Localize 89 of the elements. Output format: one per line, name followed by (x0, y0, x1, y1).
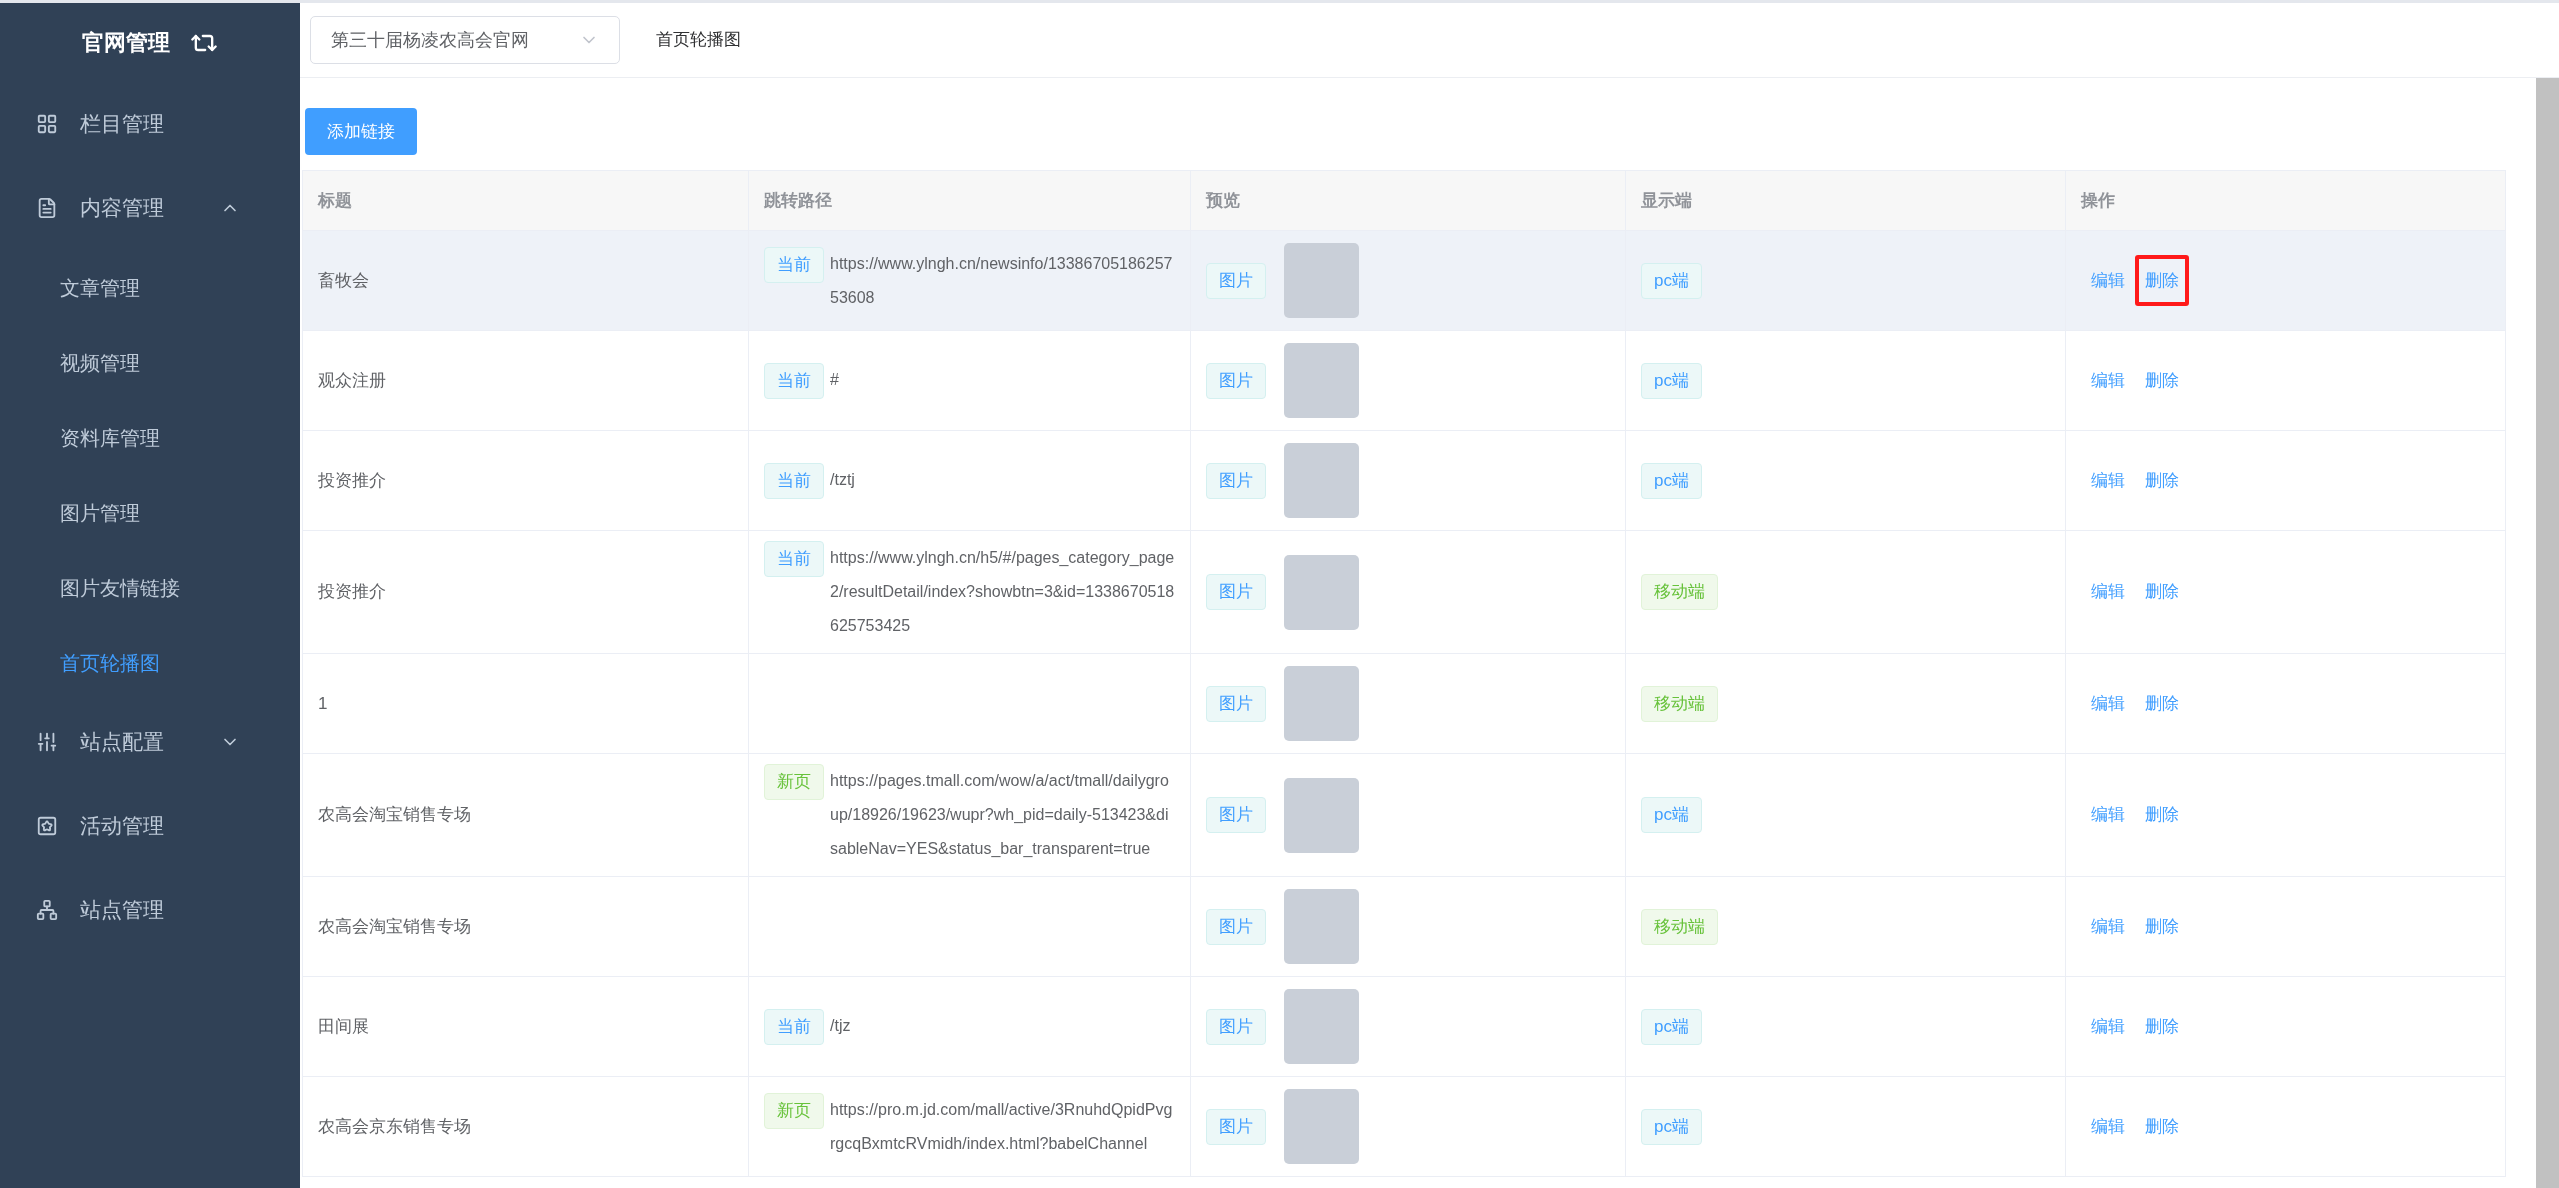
title-cell: 1 (302, 653, 749, 754)
action-link[interactable]: 编辑 (2081, 566, 2135, 618)
image-tag: 图片 (1206, 262, 1266, 299)
column-header: 标题 (302, 170, 749, 231)
image-tag: 图片 (1206, 462, 1266, 499)
menu-item[interactable]: 站点管理 (0, 868, 300, 952)
link-path: https://pro.m.jd.com/mall/active/3RnuhdQpidPvgrgcqBxmtcRVmidh/index.html?babelChannel (830, 1099, 1174, 1154)
display-tag: pc端 (1641, 1008, 1702, 1045)
menu-item[interactable]: 活动管理 (0, 784, 300, 868)
image-tag: 图片 (1206, 1008, 1266, 1045)
document-icon (36, 197, 58, 219)
action-link[interactable]: 编辑 (2081, 454, 2135, 507)
link-type-tag: 当前 (764, 1008, 824, 1045)
column-header: 操作 (2065, 170, 2506, 231)
link-type-tag: 新页 (764, 1092, 824, 1129)
title-cell: 投资推介 (302, 530, 749, 654)
app-title: 官网管理 (82, 29, 170, 57)
grid-icon (36, 113, 58, 135)
title-cell: 农高会京东销售专场 (302, 1076, 749, 1177)
link-path: /tjz (830, 1015, 852, 1036)
scrollbar[interactable] (2536, 78, 2559, 1188)
title-cell: 观众注册 (302, 330, 749, 431)
link-type-tag: 当前 (764, 462, 824, 499)
column-header: 显示端 (1625, 170, 2066, 231)
menu-item[interactable]: 内容管理 (0, 166, 300, 250)
action-link[interactable]: 删除 (2135, 1000, 2189, 1053)
link-path: https://pages.tmall.com/wow/a/act/tmall/dailygroup/18926/19623/wupr?wh_pid=daily-513423&disableNav=YES&status_bar_transparent=true (830, 771, 1170, 859)
title-cell: 农高会淘宝销售专场 (302, 876, 749, 977)
image-tag: 图片 (1206, 797, 1266, 833)
link-path: /tztj (830, 469, 856, 490)
action-link[interactable]: 删除 (2135, 566, 2189, 618)
link-path: https://www.ylngh.cn/h5/#/pages_category_page2/resultDetail/index?showbtn=3&id=1338670518625753425 (830, 548, 1175, 636)
link-type-tag: 新页 (764, 764, 824, 800)
submenu-item[interactable]: 图片友情链接 (0, 550, 300, 625)
action-link[interactable]: 删除 (2135, 1100, 2189, 1153)
submenu-item[interactable]: 首页轮播图 (0, 625, 300, 700)
menu-item[interactable]: 站点配置 (0, 700, 300, 784)
image-tag: 图片 (1206, 574, 1266, 610)
table-row[interactable]: 农高会京东销售专场 新页 https://pro.m.jd.com/mall/active/3RnuhdQpidPvgrgcqBxmtcRVmidh/index.html?babelChannel 图片 pc端 编辑 删除 (302, 1076, 2506, 1177)
submenu-item[interactable]: 资料库管理 (0, 400, 300, 475)
display-tag: pc端 (1641, 797, 1702, 833)
display-tag: pc端 (1641, 262, 1702, 299)
action-link[interactable]: 删除 (2135, 900, 2189, 953)
action-link[interactable]: 编辑 (2081, 1000, 2135, 1053)
display-tag: pc端 (1641, 362, 1702, 399)
display-tag: 移动端 (1641, 685, 1718, 722)
action-link[interactable]: 编辑 (2081, 354, 2135, 407)
site-select[interactable]: 第三十届杨凌农高会官网 (310, 16, 620, 64)
action-link[interactable]: 删除 (2135, 789, 2189, 841)
image-tag: 图片 (1206, 908, 1266, 945)
action-link[interactable]: 编辑 (2081, 1100, 2135, 1153)
table-row[interactable]: 观众注册 当前 # 图片 pc端 编辑 删除 (302, 330, 2506, 431)
title-cell: 畜牧会 (302, 230, 749, 331)
table-row[interactable]: 农高会淘宝销售专场 图片 移动端 编辑 删除 (302, 876, 2506, 977)
display-tag: pc端 (1641, 462, 1702, 499)
display-tag: pc端 (1641, 1108, 1702, 1145)
action-link[interactable]: 删除 (2135, 354, 2189, 407)
submenu-item[interactable]: 图片管理 (0, 475, 300, 550)
menu-item[interactable]: 栏目管理 (0, 82, 300, 166)
image-tag: 图片 (1206, 685, 1266, 722)
link-path: https://www.ylngh.cn/newsinfo/1338670518625753608 (830, 253, 1174, 308)
image-tag: 图片 (1206, 362, 1266, 399)
link-path: # (830, 369, 840, 390)
table-row[interactable]: 农高会淘宝销售专场 新页 https://pages.tmall.com/wow/a/act/tmall/dailygroup/18926/19623/wupr?wh_pid=daily-513423&disableNav=YES&status_bar_transparent=true 图片 pc端 编辑 删除 (302, 753, 2506, 877)
display-tag: 移动端 (1641, 908, 1718, 945)
table-row[interactable]: 1 图片 移动端 编辑 删除 (302, 653, 2506, 754)
title-cell: 田间展 (302, 976, 749, 1077)
breadcrumb: 首页轮播图 (656, 29, 741, 52)
image-tag: 图片 (1206, 1108, 1266, 1145)
column-header: 预览 (1190, 170, 1626, 231)
submenu-item[interactable]: 视频管理 (0, 325, 300, 400)
action-link[interactable]: 删除 (2135, 454, 2189, 507)
title-cell: 农高会淘宝销售专场 (302, 753, 749, 877)
title-cell: 投资推介 (302, 430, 749, 531)
display-tag: 移动端 (1641, 574, 1718, 610)
link-type-tag: 当前 (764, 541, 824, 577)
table-row[interactable]: 投资推介 当前 https://www.ylngh.cn/h5/#/pages_category_page2/resultDetail/index?showbtn=3&id=1338670518625753425 图片 移动端 编辑 删除 (302, 530, 2506, 654)
table-row[interactable]: 投资推介 当前 /tztj 图片 pc端 编辑 删除 (302, 430, 2506, 531)
submenu-item[interactable]: 文章管理 (0, 250, 300, 325)
column-header: 跳转路径 (748, 170, 1191, 231)
action-link[interactable]: 删除 (2135, 677, 2189, 730)
table-row[interactable]: 田间展 当前 /tjz 图片 pc端 编辑 删除 (302, 976, 2506, 1077)
link-type-tag: 当前 (764, 246, 824, 283)
action-link[interactable]: 编辑 (2081, 789, 2135, 841)
link-type-tag: 当前 (764, 362, 824, 399)
action-link[interactable]: 编辑 (2081, 900, 2135, 953)
action-link[interactable]: 编辑 (2081, 677, 2135, 730)
network-icon (36, 899, 58, 921)
sliders-icon (36, 731, 58, 753)
